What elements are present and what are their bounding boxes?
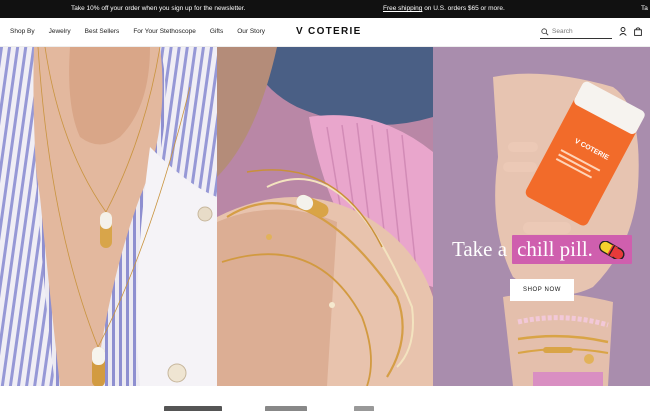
free-shipping-link[interactable]: Free shipping [383, 5, 422, 12]
hero-headline: Take a chill pill. [452, 235, 632, 264]
hero-image-chill-pill[interactable]: V COTERIE [433, 47, 650, 386]
headline-prefix: Take a [452, 237, 508, 261]
shipping-promo-text: on U.S. orders $65 or more. [422, 5, 505, 12]
press-logo [164, 406, 222, 411]
announcement-bar: Take 10% off your order when you sign up… [0, 0, 650, 18]
site-header: Shop By Jewelry Best Sellers For Your St… [0, 18, 650, 47]
search-input[interactable] [552, 28, 612, 35]
press-logo [354, 406, 374, 411]
cart-icon[interactable] [634, 27, 642, 36]
nav-shop-by[interactable]: Shop By [10, 28, 35, 35]
headline-highlight-text: chill pill. [517, 237, 593, 261]
nav-best-sellers[interactable]: Best Sellers [85, 28, 120, 35]
shipping-promo[interactable]: Free shipping on U.S. orders $65 or more… [383, 5, 505, 12]
nav-our-story[interactable]: Our Story [237, 28, 265, 35]
nav-stethoscope[interactable]: For Your Stethoscope [133, 28, 196, 35]
press-logos-strip [0, 386, 650, 411]
hero-image-bracelets[interactable] [217, 47, 433, 386]
hero-image-necklace[interactable] [0, 47, 217, 386]
main-nav: Shop By Jewelry Best Sellers For Your St… [10, 28, 279, 35]
press-logo [265, 406, 307, 411]
search-box[interactable] [540, 25, 612, 39]
pill-icon [599, 240, 625, 259]
headline-highlight: chill pill. [512, 235, 632, 264]
nav-jewelry[interactable]: Jewelry [49, 28, 71, 35]
search-icon[interactable] [541, 27, 549, 36]
nav-gifts[interactable]: Gifts [210, 28, 223, 35]
newsletter-promo[interactable]: Take 10% off your order when you sign up… [71, 5, 245, 12]
hero-banner: V COTERIE Take a chill pill. SHOP NOW [0, 47, 650, 386]
announcement-cutoff: Ta [641, 5, 648, 12]
account-icon[interactable] [619, 27, 627, 36]
site-logo[interactable]: V COTERIE [296, 26, 362, 37]
shop-now-button[interactable]: SHOP NOW [510, 279, 574, 301]
